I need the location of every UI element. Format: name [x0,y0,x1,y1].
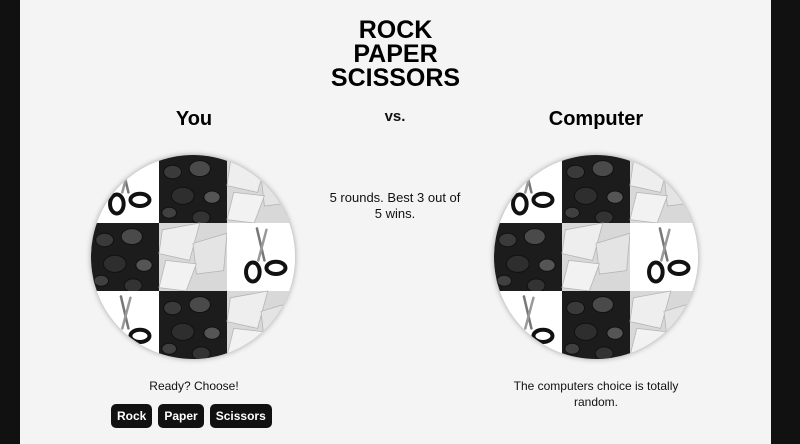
rock-tile [562,291,630,359]
paper-tile [629,155,698,224]
rock-tile [494,223,562,293]
paper-button[interactable]: Paper [158,404,204,428]
title-line-scissors: SCISSORS [330,64,461,92]
game-title: ROCK PAPER SCISSORS [20,16,771,92]
paper-tile [158,222,228,292]
scissors-tile [91,291,159,359]
scissors-tile [630,223,698,291]
rock-tile [562,155,630,225]
paper-tile [226,290,295,359]
scissors-button[interactable]: Scissors [209,404,272,428]
scissors-tile [91,155,159,223]
computer-choice-wheel [494,155,698,359]
player-wheel-graphic [91,155,295,359]
computer-status: The computers choice is totally random. [513,379,679,409]
game-page: ROCK PAPER SCISSORS You vs. Computer 5 r… [20,0,771,444]
player-status: Ready? Choose! [149,379,239,393]
scissors-tile [494,155,562,223]
rules-text: 5 rounds. Best 3 out of 5 wins. [329,190,461,221]
paper-tile [629,290,698,359]
title-line-rock: ROCK [358,16,433,44]
title-line-paper: PAPER [353,40,438,68]
scissors-tile [494,291,562,359]
paper-tile [561,222,631,292]
rock-tile [159,155,227,225]
vs-label: vs. [384,108,406,125]
scissors-tile [227,223,295,291]
computer-heading: Computer [548,108,644,130]
rock-tile [159,291,227,359]
rock-tile [91,223,159,293]
rock-button[interactable]: Rock [111,404,153,428]
paper-tile [226,155,295,224]
computer-wheel-graphic [494,155,698,359]
choice-buttons: Rock Paper Scissors [111,404,311,428]
player-heading: You [175,108,213,130]
player-choice-wheel [91,155,295,359]
